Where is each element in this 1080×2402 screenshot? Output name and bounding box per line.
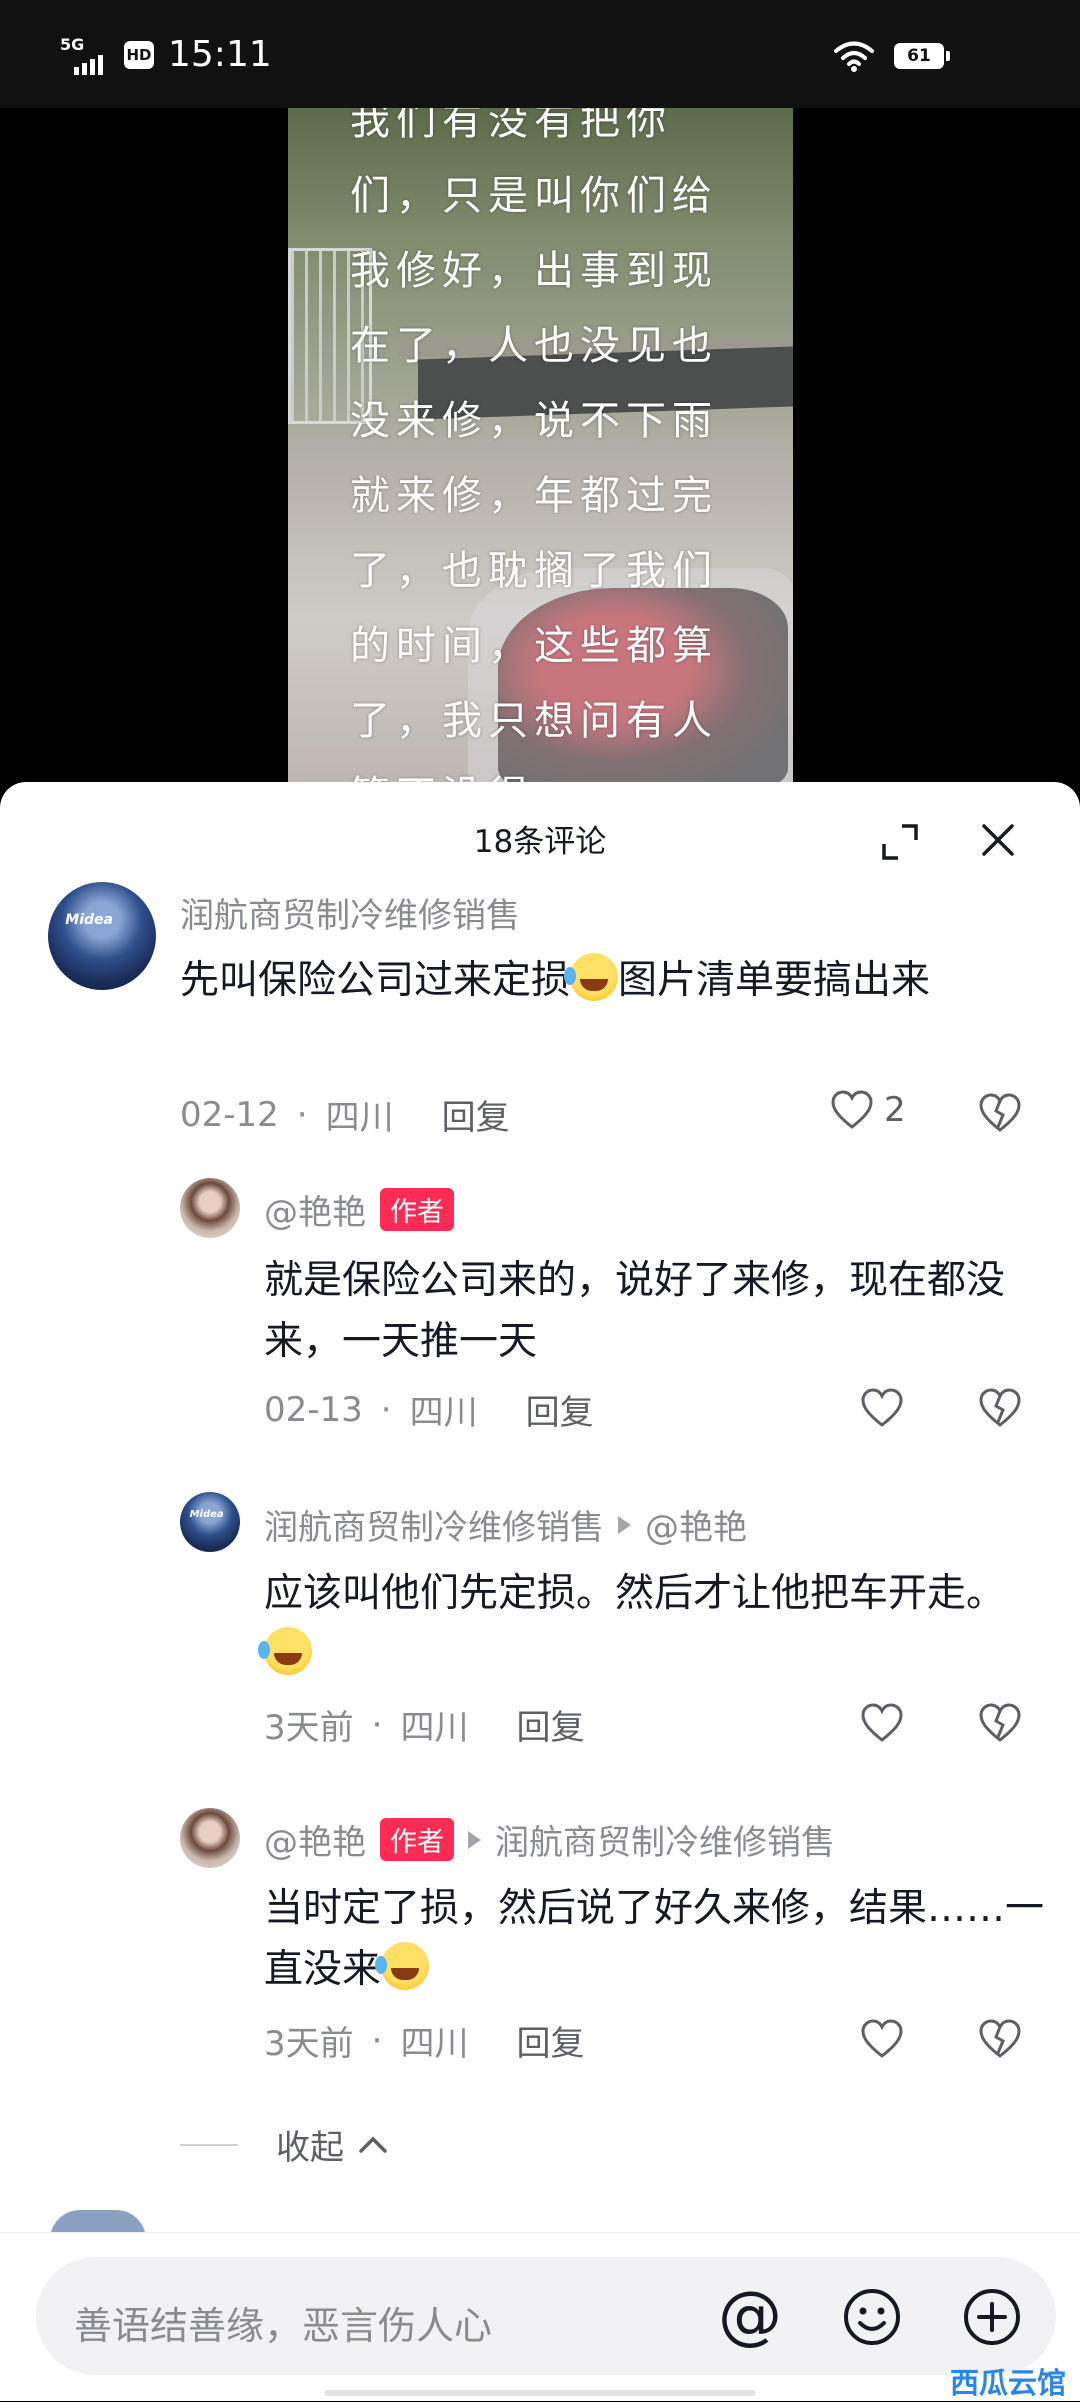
comment-location: 四川 (400, 1708, 469, 1748)
video-player[interactable]: 我们有没有把你 们，只是叫你们给 我修好，出事到现 在了，人也没见也 没来修，说… (288, 108, 793, 788)
divider (180, 2143, 238, 2146)
comment-location: 四川 (400, 2024, 469, 2064)
author-badge: 作者 (380, 1188, 454, 1231)
reply-to-username[interactable]: @艳艳 (645, 1500, 747, 1549)
reply-button[interactable]: 回复 (516, 1700, 584, 1749)
collapse-label: 收起 (276, 2128, 344, 2168)
comment-username[interactable]: @艳艳 作者 润航商贸制冷维修销售 (264, 1815, 835, 1864)
watermark-logo: 西瓜云馆 (950, 2366, 1067, 2400)
broken-heart-icon[interactable] (978, 1388, 1022, 1428)
laughing-tears-emoji-icon (375, 1942, 430, 1990)
comment-location: 四川 (409, 1393, 478, 1433)
reply-button[interactable]: 回复 (526, 1385, 594, 1434)
comment-username[interactable]: 润航商贸制冷维修销售 (180, 888, 520, 937)
broken-heart-icon[interactable] (978, 1703, 1022, 1743)
comment-input-bar: 善语结善缘，恶言伤人心 @ (0, 2232, 1080, 2401)
reply-button[interactable]: 回复 (442, 1090, 510, 1139)
status-time: 15:11 (168, 34, 272, 75)
comment-meta: 02-12 · 四川 回复 (180, 1090, 510, 1139)
comment-date: 3天前 (264, 2024, 354, 2064)
meta-separator: · (380, 1389, 392, 1430)
comment-text-part: 应该叫他们先定损。然后才让他把车开走。 (264, 1571, 1006, 1616)
smile-icon[interactable] (842, 2287, 902, 2347)
comment-date: 3天前 (264, 1708, 354, 1748)
avatar[interactable]: Midea (180, 1492, 240, 1552)
comment-username-text[interactable]: 润航商贸制冷维修销售 (180, 888, 520, 937)
comment-sheet-header: 18条评论 (0, 782, 1080, 882)
collapse-replies-button[interactable]: 收起 (180, 2120, 388, 2169)
meta-separator: · (371, 2020, 383, 2061)
comment-meta: 3天前 · 四川 回复 (264, 2016, 584, 2065)
meta-separator: · (296, 1094, 308, 1135)
avatar[interactable] (180, 1178, 240, 1238)
comment-text-part: 当时定了损，然后说了好久来修，结果……一直没来 (264, 1886, 1045, 1992)
network-type: 5G (60, 34, 85, 54)
comment-username[interactable]: @艳艳 作者 (264, 1185, 454, 1234)
home-indicator[interactable] (324, 2390, 756, 2396)
reply-to-arrow-icon (468, 1830, 481, 1849)
status-bar: 5G HD 15:11 61 (0, 0, 1080, 108)
heart-outline-icon[interactable] (860, 2019, 904, 2059)
comment-username-text[interactable]: @艳艳 (264, 1815, 366, 1864)
comment-location: 四川 (325, 1098, 394, 1138)
comment-username-text[interactable]: 润航商贸制冷维修销售 (264, 1500, 604, 1549)
battery-icon: 61 (894, 43, 950, 69)
comment-text: 应该叫他们先定损。然后才让他把车开走。 (258, 1563, 1044, 1685)
heart-outline-icon (831, 1090, 873, 1129)
close-icon[interactable] (978, 820, 1018, 860)
comment-text-part: 图片清单要搞出来 (618, 958, 931, 1003)
chevron-up-icon (359, 2136, 387, 2153)
comment-text: 当时定了损，然后说了好久来修，结果……一直没来 (264, 1878, 1044, 2000)
avatar[interactable]: Midea (48, 882, 156, 990)
comment-date: 02-13 (264, 1389, 363, 1430)
cellular-signal-icon: 5G (60, 35, 110, 75)
mention-at-icon[interactable]: @ (718, 2279, 782, 2353)
wifi-icon (834, 41, 874, 72)
comment-meta: 02-13 · 四川 回复 (264, 1385, 594, 1434)
laughing-tears-emoji-icon (258, 1627, 312, 1675)
reply-to-arrow-icon (618, 1515, 631, 1534)
comment-input[interactable]: 善语结善缘，恶言伤人心 @ (36, 2257, 1056, 2375)
comment-text-part: 先叫保险公司过来定损 (180, 958, 571, 1003)
heart-outline-icon[interactable] (860, 1388, 904, 1428)
avatar-logo-text: Midea (65, 912, 113, 929)
broken-heart-icon[interactable] (978, 2019, 1022, 2059)
plus-circle-icon[interactable] (962, 2287, 1022, 2347)
reply-button[interactable]: 回复 (516, 2016, 584, 2065)
avatar[interactable] (180, 1808, 240, 1868)
heart-outline-icon[interactable] (860, 1703, 904, 1743)
comment-username-text[interactable]: @艳艳 (264, 1185, 366, 1234)
avatar-logo-text: Midea (189, 1508, 224, 1520)
comment-text: 就是保险公司来的，说好了来修，现在都没来，一天推一天 (264, 1258, 1006, 1364)
broken-heart-icon[interactable] (978, 1093, 1022, 1133)
reply-to-username[interactable]: 润航商贸制冷维修销售 (495, 1815, 835, 1864)
comment-username[interactable]: 润航商贸制冷维修销售 @艳艳 (264, 1500, 747, 1549)
meta-separator: · (371, 1704, 383, 1745)
author-badge: 作者 (380, 1818, 454, 1861)
hd-icon: HD (124, 40, 154, 69)
comment-meta: 3天前 · 四川 回复 (264, 1700, 584, 1749)
like-button[interactable]: 2 (830, 1090, 906, 1130)
laughing-tears-emoji-icon (564, 953, 619, 1001)
expand-icon[interactable] (880, 822, 920, 862)
comment-input-placeholder: 善语结善缘，恶言伤人心 (74, 2304, 493, 2348)
comment-text: 先叫保险公司过来定损 图片清单要搞出来 (180, 950, 1030, 1011)
comment-date: 02-12 (180, 1094, 279, 1135)
video-overlay-text: 我们有没有把你 们，只是叫你们给 我修好，出事到现 在了，人也没见也 没来修，说… (350, 108, 718, 788)
like-count: 2 (884, 1090, 906, 1130)
